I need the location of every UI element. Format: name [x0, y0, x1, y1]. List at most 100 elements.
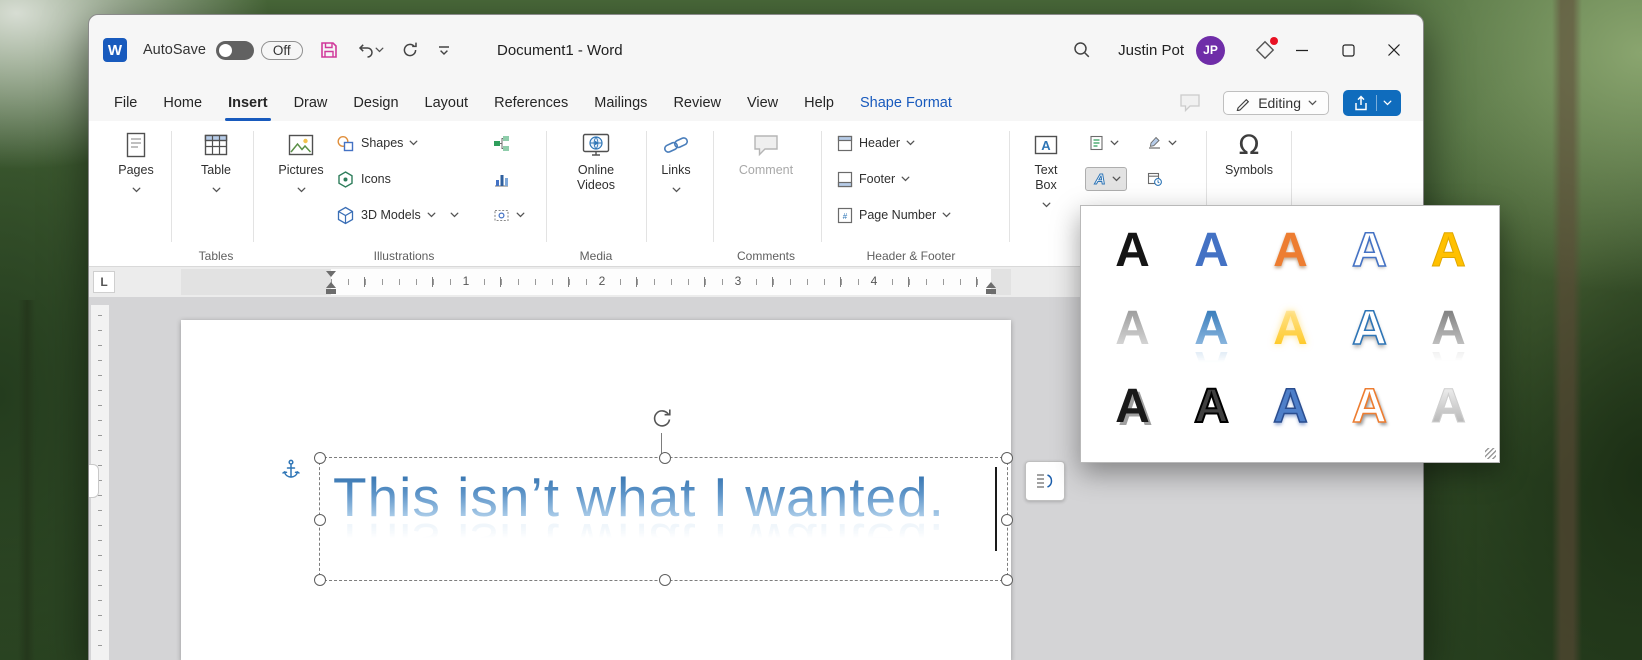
tab-view[interactable]: View [734, 85, 791, 121]
ruler-number-1: 1 [458, 274, 474, 288]
wordart-style-fill-orange-shadow[interactable]: A [1251, 212, 1330, 290]
text-box-button[interactable]: A Text Box [1014, 127, 1078, 213]
rotate-icon [649, 405, 675, 431]
rotate-handle[interactable] [649, 405, 675, 436]
pages-button[interactable]: Pages [104, 127, 168, 198]
wordart-style-gradient-light-gray[interactable]: A [1409, 368, 1488, 446]
links-button[interactable]: Links [644, 127, 708, 198]
3d-models-button[interactable]: 3D Models [336, 201, 459, 229]
wordart-style-blue-3d[interactable]: A [1251, 368, 1330, 446]
wordart-text[interactable]: This isn’t what I wanted. [333, 465, 993, 529]
first-line-indent-marker[interactable] [326, 271, 336, 277]
tab-draw[interactable]: Draw [281, 85, 341, 121]
smartart-button[interactable] [493, 129, 510, 157]
wordart-button[interactable]: A [1085, 165, 1127, 193]
selection-handle-nw[interactable] [314, 452, 326, 464]
date-time-button[interactable] [1147, 165, 1163, 193]
user-name[interactable]: Justin Pot [1118, 42, 1184, 59]
wordart-style-fill-gold[interactable]: A [1409, 212, 1488, 290]
chevron-down-icon [1042, 202, 1051, 208]
wordart-style-gradient-silver[interactable]: A [1093, 290, 1172, 368]
tab-home[interactable]: Home [150, 85, 215, 121]
chevron-down-icon [1308, 100, 1317, 106]
chart-button[interactable] [493, 165, 510, 193]
quick-parts-button[interactable] [1089, 129, 1119, 157]
right-indent-marker[interactable] [986, 282, 996, 288]
comment-label: Comment [734, 163, 798, 178]
tab-file[interactable]: File [101, 85, 150, 121]
tab-stop-selector[interactable]: L [93, 271, 115, 293]
wordart-gallery-grid: A A A A A A A A A A A A A A A [1093, 212, 1487, 446]
wordart-button-pressed[interactable]: A [1085, 167, 1127, 191]
tab-design[interactable]: Design [340, 85, 411, 121]
selection-handle-se[interactable] [1001, 574, 1013, 586]
left-indent-marker[interactable] [326, 289, 336, 294]
header-button[interactable]: Header [837, 129, 915, 157]
wordart-style-white-orange-outline-shadow[interactable]: A [1330, 368, 1409, 446]
symbols-label: Symbols [1217, 163, 1281, 178]
wordart-style-white-blue-outline[interactable]: A [1330, 212, 1409, 290]
wordart-style-fill-black[interactable]: A [1093, 212, 1172, 290]
undo-button[interactable] [355, 40, 384, 60]
word-logo[interactable]: W [103, 38, 127, 62]
selection-handle-ne[interactable] [1001, 452, 1013, 464]
tab-help[interactable]: Help [791, 85, 847, 121]
tab-shape-format[interactable]: Shape Format [847, 85, 965, 121]
selection-handle-w[interactable] [314, 514, 326, 526]
selection-handle-n[interactable] [659, 452, 671, 464]
screenshot-button[interactable] [493, 201, 525, 229]
layout-options-button[interactable] [1025, 461, 1065, 501]
quick-parts-icon [1089, 135, 1104, 151]
footer-button[interactable]: Footer [837, 165, 910, 193]
wordart-style-white-blue-outline-shadow[interactable]: A [1330, 290, 1409, 368]
chevron-down-icon [906, 140, 915, 146]
save-button[interactable] [319, 40, 339, 60]
tab-insert[interactable]: Insert [215, 85, 281, 121]
horizontal-ruler[interactable]: 1 2 3 4 [181, 269, 1011, 295]
close-button[interactable] [1371, 31, 1417, 69]
hanging-indent-marker[interactable] [326, 282, 336, 288]
wordart-style-gradient-gray-reflection[interactable]: A [1409, 290, 1488, 368]
links-icon [661, 130, 691, 160]
comment-button[interactable]: Comment [734, 127, 798, 178]
panel-resize-grip[interactable] [1485, 448, 1496, 459]
group-label-comments: Comments [686, 249, 846, 263]
ruler-number-2: 2 [594, 274, 610, 288]
selection-handle-sw[interactable] [314, 574, 326, 586]
minimize-button[interactable] [1279, 31, 1325, 69]
comments-button[interactable] [1171, 92, 1209, 114]
pictures-button[interactable]: Pictures [269, 127, 333, 198]
wordart-style-gradient-gold-glow[interactable]: A [1251, 290, 1330, 368]
wordart-style-black-heavy-outline[interactable]: A [1172, 368, 1251, 446]
tab-references[interactable]: References [481, 85, 581, 121]
shapes-button[interactable]: Shapes [336, 129, 418, 157]
rewards-button[interactable] [1251, 36, 1279, 64]
maximize-button[interactable] [1325, 31, 1371, 69]
signature-line-button[interactable] [1147, 129, 1177, 157]
symbols-button[interactable]: Ω Symbols [1217, 127, 1281, 178]
tab-review[interactable]: Review [660, 85, 734, 121]
icons-button[interactable]: Icons [336, 165, 391, 193]
page-number-button[interactable]: # Page Number [837, 201, 951, 229]
table-button[interactable]: Table [184, 127, 248, 198]
redo-button[interactable] [400, 40, 420, 60]
editing-mode-button[interactable]: Editing [1223, 91, 1329, 115]
online-videos-button[interactable]: Online Videos [564, 127, 628, 193]
wordart-style-black-offset-shadow[interactable]: A [1093, 368, 1172, 446]
wordart-style-fill-blue[interactable]: A [1172, 212, 1251, 290]
right-indent-base[interactable] [986, 289, 996, 294]
customize-quick-access-button[interactable] [436, 42, 452, 58]
tab-mailings[interactable]: Mailings [581, 85, 660, 121]
share-button[interactable] [1343, 90, 1401, 116]
group-divider [171, 131, 172, 242]
wordart-style-gradient-blue-reflection[interactable]: A [1172, 290, 1251, 368]
selection-handle-s[interactable] [659, 574, 671, 586]
autosave-toggle[interactable] [216, 41, 254, 60]
table-label: Table [184, 163, 248, 178]
pane-handle[interactable] [89, 464, 99, 498]
search-button[interactable] [1072, 40, 1092, 60]
selection-handle-e[interactable] [1001, 514, 1013, 526]
tab-layout[interactable]: Layout [412, 85, 482, 121]
split-chevron-down-icon[interactable] [450, 212, 459, 218]
avatar[interactable]: JP [1196, 36, 1225, 65]
